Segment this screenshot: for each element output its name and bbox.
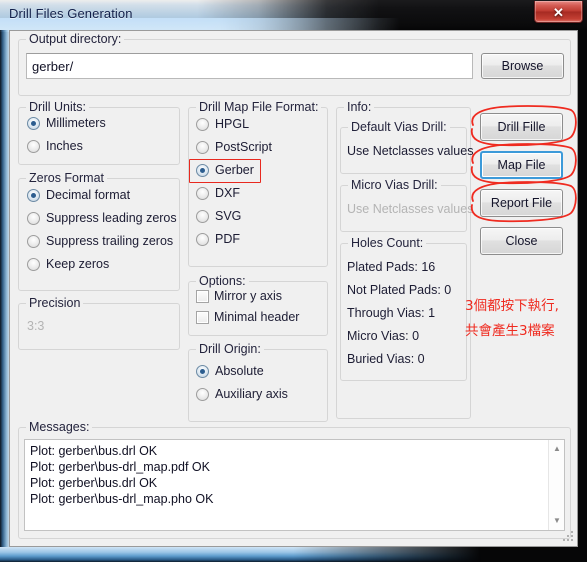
drill-origin-group-label: Drill Origin: bbox=[196, 342, 264, 357]
radio-suppress-trailing-zeros-label: Suppress trailing zeros bbox=[46, 234, 174, 248]
message-line: Plot: gerber\bus-drl_map.pdf OK bbox=[30, 460, 210, 474]
radio-hpgl-label: HPGL bbox=[215, 117, 250, 131]
scroll-down-icon[interactable]: ▼ bbox=[549, 513, 564, 529]
holes-count-plated-pads: Plated Pads: 16 bbox=[347, 260, 436, 274]
radio-millimeters-icon bbox=[27, 116, 40, 130]
radio-millimeters-label: Millimeters bbox=[46, 116, 106, 130]
scroll-up-icon[interactable]: ▲ bbox=[549, 441, 564, 457]
radio-auxiliary-axis-label: Auxiliary axis bbox=[215, 387, 288, 401]
checkbox-minimal-header-icon bbox=[196, 310, 209, 324]
radio-svg-label: SVG bbox=[215, 209, 242, 223]
zeros-format-group-label: Zeros Format bbox=[26, 171, 108, 186]
close-window-button[interactable]: ✕ bbox=[534, 1, 583, 23]
radio-hpgl[interactable]: HPGL bbox=[196, 117, 249, 131]
checkbox-mirror-y-axis[interactable]: Mirror y axis bbox=[196, 289, 282, 303]
output-directory-group-label: Output directory: bbox=[26, 32, 125, 47]
checkbox-minimal-header-label: Minimal header bbox=[214, 310, 300, 324]
browse-button[interactable]: Browse bbox=[481, 53, 564, 79]
checkbox-mirror-y-axis-icon bbox=[196, 289, 209, 303]
radio-dxf-icon bbox=[196, 186, 209, 200]
close-icon: ✕ bbox=[553, 4, 564, 20]
resize-grip[interactable] bbox=[563, 531, 575, 543]
radio-suppress-leading-zeros-label: Suppress leading zeros bbox=[46, 211, 177, 225]
checkbox-minimal-header[interactable]: Minimal header bbox=[196, 310, 299, 324]
radio-absolute-label: Absolute bbox=[215, 364, 264, 378]
radio-keep-zeros[interactable]: Keep zeros bbox=[27, 257, 109, 271]
window-bottom-border bbox=[0, 547, 587, 562]
radio-decimal-format[interactable]: Decimal format bbox=[27, 188, 130, 202]
micro-vias-drill-group-label: Micro Vias Drill: bbox=[348, 178, 441, 193]
radio-pdf[interactable]: PDF bbox=[196, 232, 240, 246]
output-directory-input[interactable]: gerber/ bbox=[26, 53, 473, 79]
close-button[interactable]: Close bbox=[480, 227, 563, 255]
message-line: Plot: gerber\bus-drl_map.pho OK bbox=[30, 492, 214, 506]
drill-map-file-format-group-label: Drill Map File Format: bbox=[196, 100, 322, 115]
holes-count-micro-vias: Micro Vias: 0 bbox=[347, 329, 420, 343]
info-group-label: Info: bbox=[344, 100, 375, 115]
radio-absolute[interactable]: Absolute bbox=[196, 364, 264, 378]
window-title: Drill Files Generation bbox=[9, 6, 133, 21]
radio-svg[interactable]: SVG bbox=[196, 209, 241, 223]
drill-file-button[interactable]: Drill Fille bbox=[480, 113, 563, 141]
radio-dxf[interactable]: DXF bbox=[196, 186, 240, 200]
messages-lines: Plot: gerber\bus.drl OK Plot: gerber\bus… bbox=[25, 440, 564, 507]
precision-value: 3:3 bbox=[27, 319, 45, 333]
radio-inches-label: Inches bbox=[46, 139, 83, 153]
radio-postscript-label: PostScript bbox=[215, 140, 272, 154]
radio-svg-icon bbox=[196, 209, 209, 223]
annotation-highlight-gerber bbox=[189, 159, 261, 183]
radio-millimeters[interactable]: Millimeters bbox=[27, 116, 106, 130]
radio-suppress-leading-zeros[interactable]: Suppress leading zeros bbox=[27, 211, 177, 225]
holes-count-through-vias: Through Vias: 1 bbox=[347, 306, 436, 320]
map-file-button[interactable]: Map File bbox=[480, 151, 563, 179]
dialog-client-area: Output directory: gerber/ Browse Drill U… bbox=[9, 30, 578, 547]
report-file-button[interactable]: Report File bbox=[480, 189, 563, 217]
radio-decimal-format-label: Decimal format bbox=[46, 188, 131, 202]
radio-dxf-label: DXF bbox=[215, 186, 240, 200]
default-vias-drill-group-label: Default Vias Drill: bbox=[348, 120, 450, 135]
radio-auxiliary-axis[interactable]: Auxiliary axis bbox=[196, 387, 288, 401]
message-line: Plot: gerber\bus.drl OK bbox=[30, 444, 158, 458]
holes-count-group-label: Holes Count: bbox=[348, 236, 427, 251]
precision-group-label: Precision bbox=[26, 296, 84, 311]
holes-count-buried-vias: Buried Vias: 0 bbox=[347, 352, 425, 366]
radio-absolute-icon bbox=[196, 364, 209, 378]
radio-suppress-trailing-zeros[interactable]: Suppress trailing zeros bbox=[27, 234, 173, 248]
radio-pdf-label: PDF bbox=[215, 232, 240, 246]
radio-inches-icon bbox=[27, 139, 40, 153]
radio-pdf-icon bbox=[196, 232, 209, 246]
annotation-note-line2: 共會產生3檔案 bbox=[465, 323, 555, 339]
options-group-label: Options: bbox=[196, 274, 249, 289]
drill-origin-group: Drill Origin: bbox=[188, 342, 328, 422]
micro-vias-drill-value: Use Netclasses values bbox=[347, 202, 474, 216]
drill-units-group-label: Drill Units: bbox=[26, 100, 89, 115]
radio-suppress-leading-zeros-icon bbox=[27, 211, 40, 225]
messages-group-label: Messages: bbox=[26, 420, 93, 435]
radio-keep-zeros-label: Keep zeros bbox=[46, 257, 110, 271]
dialog-window: Drill Files Generation ✕ Output director… bbox=[0, 0, 587, 562]
messages-scrollbar[interactable]: ▲ ▼ bbox=[548, 440, 564, 530]
default-vias-drill-value: Use Netclasses values bbox=[347, 144, 474, 158]
message-line: Plot: gerber\bus.drl OK bbox=[30, 476, 158, 490]
radio-hpgl-icon bbox=[196, 117, 209, 131]
checkbox-mirror-y-axis-label: Mirror y axis bbox=[214, 289, 283, 303]
radio-decimal-format-icon bbox=[27, 188, 40, 202]
radio-postscript-icon bbox=[196, 140, 209, 154]
radio-postscript[interactable]: PostScript bbox=[196, 140, 272, 154]
radio-auxiliary-axis-icon bbox=[196, 387, 209, 401]
radio-keep-zeros-icon bbox=[27, 257, 40, 271]
radio-inches[interactable]: Inches bbox=[27, 139, 83, 153]
holes-count-not-plated-pads: Not Plated Pads: 0 bbox=[347, 283, 452, 297]
window-left-border bbox=[0, 30, 9, 550]
annotation-note-line1: 3個都按下執行, bbox=[465, 298, 559, 314]
radio-suppress-trailing-zeros-icon bbox=[27, 234, 40, 248]
messages-log[interactable]: Plot: gerber\bus.drl OK Plot: gerber\bus… bbox=[24, 439, 565, 531]
